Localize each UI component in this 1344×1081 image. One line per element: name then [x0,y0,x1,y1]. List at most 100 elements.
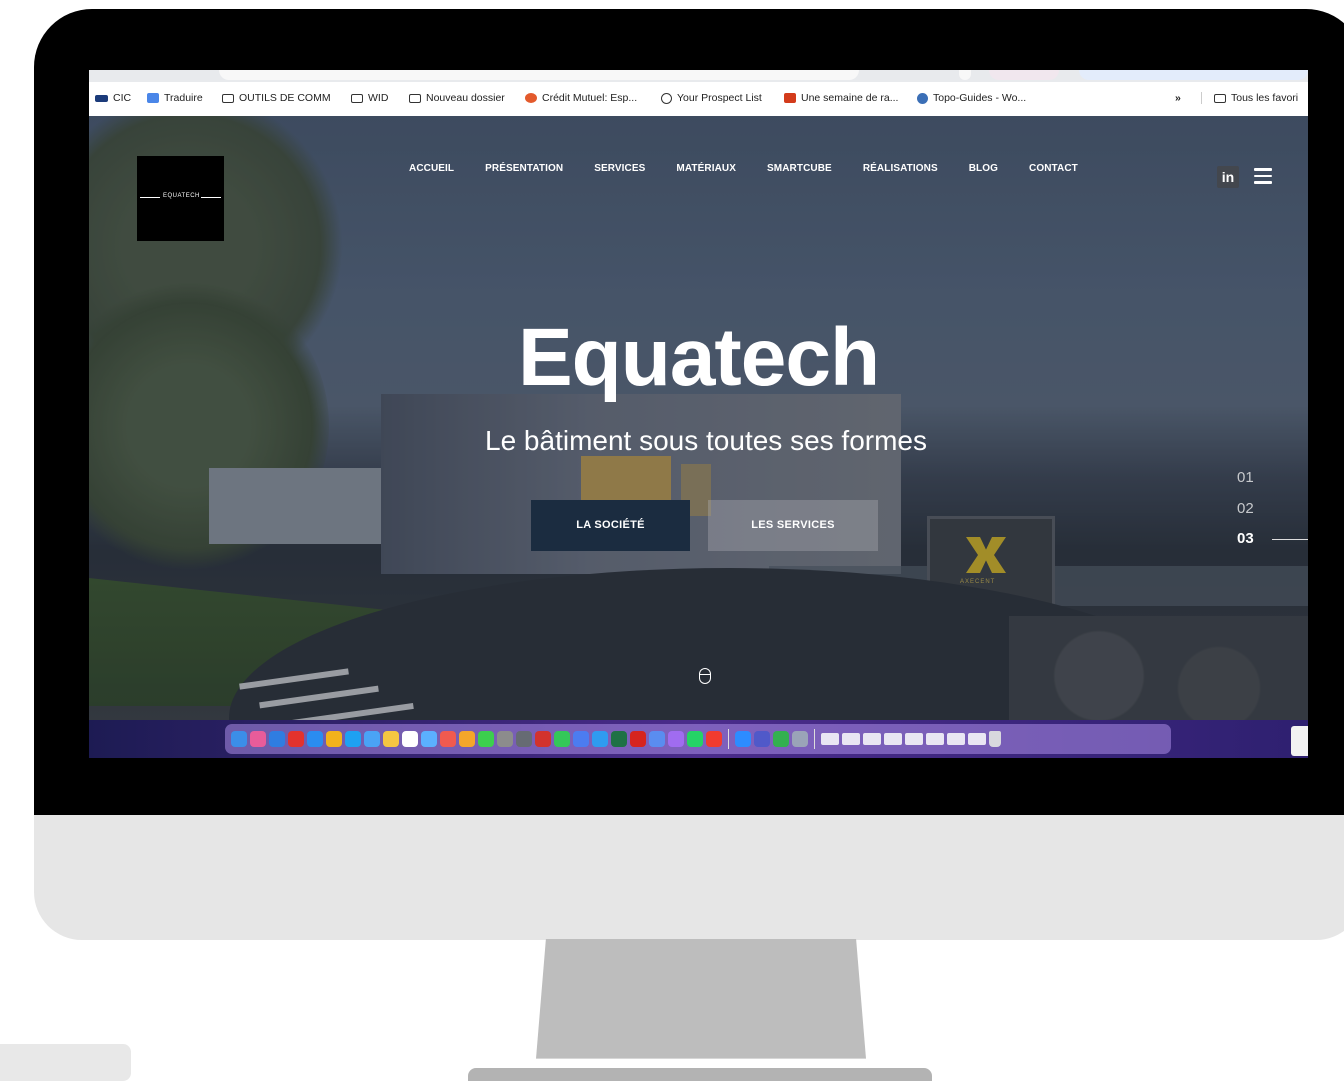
wave-icon[interactable] [421,731,437,747]
main-navigation: ACCUEIL PRÉSENTATION SERVICES MATÉRIAUX … [409,163,1078,174]
whatsapp-icon[interactable] [687,731,703,747]
maps-icon[interactable] [554,731,570,747]
evernote-icon[interactable] [773,731,789,747]
skype-icon[interactable] [345,731,361,747]
folder-icon [409,93,421,103]
wordpress-icon [917,92,928,104]
address-bar[interactable] [219,70,859,80]
settings-icon[interactable] [497,731,513,747]
bookmark-label: Your Prospect List [677,92,762,104]
nav-realisations[interactable]: RÉALISATIONS [863,163,938,174]
window-icon[interactable] [884,733,902,745]
window-icon[interactable] [863,733,881,745]
linkedin-icon[interactable]: in [1217,166,1239,188]
bookmark-all-favorites[interactable]: Tous les favori [1201,92,1298,104]
zoom-icon[interactable] [735,731,751,747]
folder-icon [222,93,234,103]
finder-icon[interactable] [231,731,247,747]
window-icon[interactable] [926,733,944,745]
window-icon[interactable] [968,733,986,745]
nav-contact[interactable]: CONTACT [1029,163,1078,174]
trash-icon[interactable] [989,731,1001,747]
les-services-button[interactable]: LES SERVICES [708,500,878,551]
nav-presentation[interactable]: PRÉSENTATION [485,163,563,174]
window-icon[interactable] [821,733,839,745]
folder-icon [1214,93,1226,103]
app-store-icon[interactable] [307,731,323,747]
bookmark-label: Tous les favori [1231,92,1299,104]
hero-title: Equatech [517,312,880,403]
bookmarks-bar: CIC Traduire OUTILS DE COMM WID Nouveau … [89,82,1308,117]
nav-smartcube[interactable]: SMARTCUBE [767,163,832,174]
bookmark-label: OUTILS DE COMM [239,92,331,104]
bookmark-une-semaine[interactable]: Une semaine de ra... [784,92,898,104]
bookmark-your-prospect-list[interactable]: Your Prospect List [661,92,762,104]
slide-indicator-03[interactable]: 03 [1237,530,1254,547]
site-logo[interactable]: EQUATECH [137,156,224,241]
toolbar-button[interactable] [959,70,971,80]
bookmark-credit-mutuel[interactable]: Crédit Mutuel: Esp... [525,92,637,104]
monitor-stand-foot [468,1068,932,1081]
nav-materiaux[interactable]: MATÉRIAUX [676,163,736,174]
notes-icon[interactable] [383,731,399,747]
slide-indicator-01[interactable]: 01 [1237,469,1254,486]
cic-icon [95,94,108,102]
window-icon[interactable] [842,733,860,745]
calendar-icon[interactable] [402,731,418,747]
nav-blog[interactable]: BLOG [969,163,998,174]
hero-section: AXECENT EQUATECH ACCUEIL PRÉSENTATION SE… [89,116,1308,720]
profile-button[interactable] [989,70,1059,80]
la-societe-button[interactable]: LA SOCIÉTÉ [531,500,690,551]
chrome-icon[interactable] [326,731,342,747]
bookmark-wid[interactable]: WID [351,92,388,104]
dock-separator [728,729,729,749]
remote-icon[interactable] [792,731,808,747]
folder-icon [351,93,363,103]
opera-icon[interactable] [288,731,304,747]
bookmarks-overflow-button[interactable]: » [1175,92,1181,104]
bookmark-topo-guides[interactable]: Topo-Guides - Wo... [917,92,1026,104]
window-icon[interactable] [947,733,965,745]
monitor-stand-neck [536,939,866,1059]
bookmark-outils-de-comm[interactable]: OUTILS DE COMM [222,92,331,104]
safari-icon[interactable] [269,731,285,747]
bookmark-label: WID [368,92,389,104]
logo-line [140,197,160,198]
scroll-mouse-icon[interactable] [699,668,711,684]
logo-line [201,197,221,198]
photos-icon[interactable] [459,731,475,747]
window-icon[interactable] [905,733,923,745]
mail-icon[interactable] [364,731,380,747]
record-icon[interactable] [706,731,722,747]
nav-accueil[interactable]: ACCUEIL [409,163,454,174]
launchpad-icon[interactable] [250,731,266,747]
slide-indicator-02[interactable]: 02 [1237,500,1254,517]
dock-separator [814,729,815,749]
teams-icon[interactable] [754,731,770,747]
toolbar-pill[interactable] [1079,70,1308,80]
bookmark-label: Topo-Guides - Wo... [933,92,1027,104]
browser-icon[interactable] [592,731,608,747]
photo-booth-icon[interactable] [535,731,551,747]
translate-icon [147,93,159,103]
bookmark-cic[interactable]: CIC [95,92,131,104]
browser-tab-strip [89,70,1308,82]
hamburger-menu-icon[interactable] [1254,164,1272,188]
star-icon[interactable] [668,731,684,747]
bookmark-label: Nouveau dossier [426,92,505,104]
utility-icon[interactable] [649,731,665,747]
bookmark-nouveau-dossier[interactable]: Nouveau dossier [409,92,505,104]
calculator-icon[interactable] [516,731,532,747]
bookmark-label: Une semaine de ra... [801,92,899,104]
bookmark-label: Crédit Mutuel: Esp... [542,92,638,104]
bookmark-traduire[interactable]: Traduire [147,92,203,104]
reminders-icon[interactable] [440,731,456,747]
messages-icon[interactable] [478,731,494,747]
spreadsheet-icon[interactable] [611,731,627,747]
acrobat-icon[interactable] [630,731,646,747]
nav-services[interactable]: SERVICES [594,163,645,174]
hero-tagline: Le bâtiment sous toutes ses formes [485,425,927,456]
mail-alt-icon[interactable] [573,731,589,747]
globe-icon [661,92,672,104]
overflow-label: » [1175,92,1181,104]
